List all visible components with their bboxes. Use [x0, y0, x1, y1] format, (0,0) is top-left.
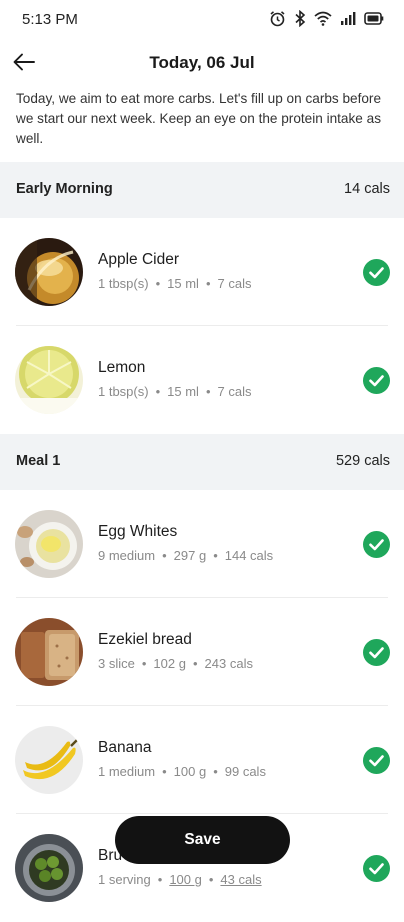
food-weight: 15 ml: [167, 276, 199, 291]
food-cals: 99 cals: [224, 764, 266, 779]
egg-whites-photo: [15, 510, 83, 578]
page-title: Today, 06 Jul: [149, 53, 255, 72]
food-weight: 102 g: [153, 656, 186, 671]
food-cals: 144 cals: [224, 548, 274, 563]
battery-icon: [364, 11, 384, 26]
food-name: Lemon: [98, 359, 146, 376]
intro-text: Today, we aim to eat more carbs. Let's f…: [16, 91, 382, 146]
check-icon[interactable]: [363, 531, 390, 558]
food-meta: 1 serving • 100 g • 43 cals: [98, 872, 262, 887]
ezekiel-bread-photo: [15, 618, 83, 686]
signal-icon: [340, 11, 356, 26]
food-meta: 1 tbsp(s) • 15 ml • 7 cals: [98, 276, 252, 291]
check-icon[interactable]: [363, 747, 390, 774]
header: Today, 06 Jul: [0, 44, 404, 84]
food-weight: 297 g: [173, 548, 207, 563]
section-cals: 529 cals: [335, 453, 390, 469]
food-name: Banana: [98, 739, 152, 756]
wifi-icon: [314, 11, 332, 26]
food-qty: 9 medium: [98, 548, 156, 563]
section-title: Early Morning: [16, 181, 113, 197]
food-item-lemon[interactable]: Lemon 1 tbsp(s) • 15 ml • 7 cals: [0, 326, 404, 434]
lemon-photo: [15, 346, 83, 414]
food-qty: 1 tbsp(s): [98, 276, 149, 291]
alarm-icon: [269, 10, 286, 27]
apple-cider-photo: [15, 238, 83, 306]
food-item-ezekiel-bread[interactable]: Ezekiel bread 3 slice • 102 g • 243 cals: [0, 598, 404, 706]
food-meta: 9 medium • 297 g • 144 cals: [98, 548, 274, 563]
section-cals: 14 cals: [344, 181, 390, 197]
food-name: Ezekiel bread: [98, 631, 192, 648]
food-item-egg-whites[interactable]: Egg Whites 9 medium • 297 g • 144 cals: [0, 490, 404, 598]
food-qty: 3 slice: [98, 656, 135, 671]
food-cals: 43 cals: [220, 872, 262, 887]
section-header-early-morning: Early Morning 14 cals: [0, 162, 404, 218]
check-icon[interactable]: [363, 855, 390, 882]
section-title: Meal 1: [16, 453, 61, 469]
save-button[interactable]: Save: [115, 816, 290, 864]
section-header-meal-1: Meal 1 529 cals: [0, 434, 404, 490]
food-name: Egg Whites: [98, 523, 178, 540]
food-qty: 1 medium: [98, 764, 156, 779]
food-item-apple-cider[interactable]: Apple Cider 1 tbsp(s) • 15 ml • 7 cals: [0, 218, 404, 326]
food-weight: 100 g: [169, 872, 202, 887]
status-time: 5:13 PM: [22, 11, 78, 28]
food-qty: 1 serving: [98, 872, 151, 887]
food-cals: 243 cals: [204, 656, 253, 671]
status-icons: [269, 10, 384, 27]
check-icon[interactable]: [363, 259, 390, 286]
bluetooth-icon: [294, 10, 306, 27]
food-meta: 3 slice • 102 g • 243 cals: [98, 656, 253, 671]
food-name: Apple Cider: [98, 251, 179, 268]
brussels-sprouts-photo: [15, 834, 83, 902]
food-item-banana[interactable]: Banana 1 medium • 100 g • 99 cals: [0, 706, 404, 814]
food-meta: 1 tbsp(s) • 15 ml • 7 cals: [98, 384, 252, 399]
status-bar: 5:13 PM: [0, 0, 404, 40]
food-weight: 15 ml: [167, 384, 199, 399]
food-cals: 7 cals: [217, 384, 252, 399]
check-icon[interactable]: [363, 639, 390, 666]
food-weight: 100 g: [173, 764, 207, 779]
food-cals: 7 cals: [217, 276, 252, 291]
food-meta: 1 medium • 100 g • 99 cals: [98, 764, 266, 779]
food-qty: 1 tbsp(s): [98, 384, 149, 399]
banana-photo: [15, 726, 83, 794]
check-icon[interactable]: [363, 367, 390, 394]
